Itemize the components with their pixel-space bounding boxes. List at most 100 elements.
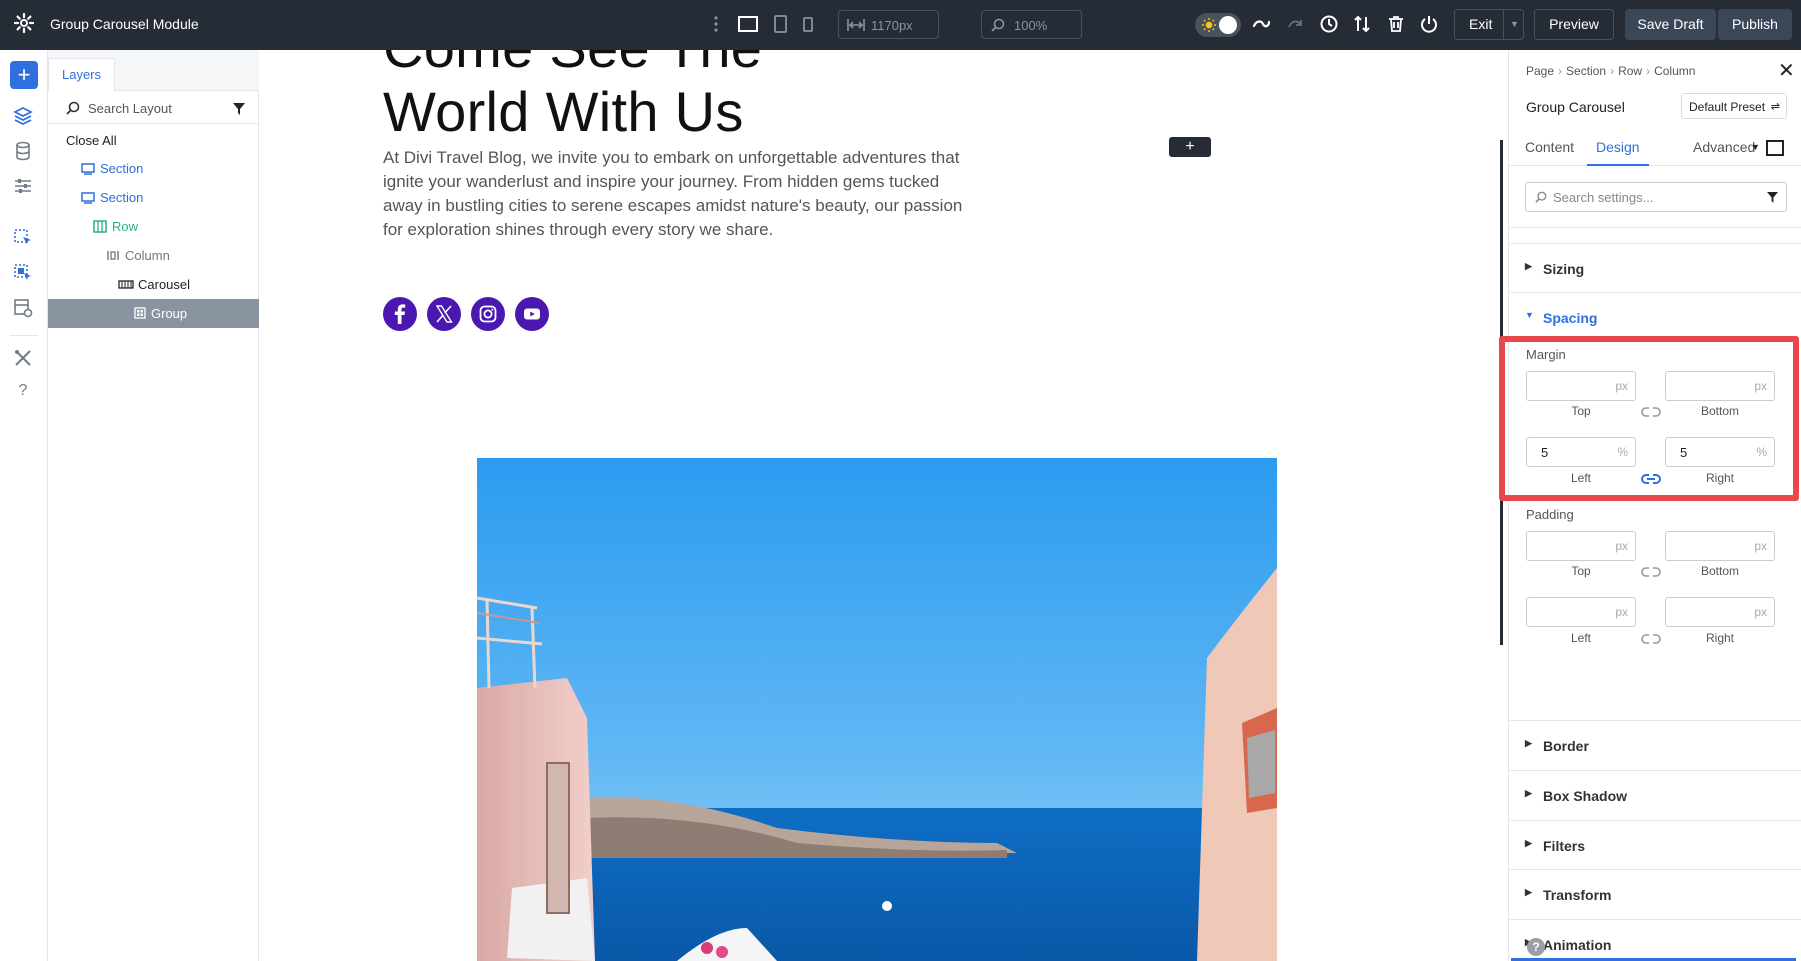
input-unit: px (1754, 605, 1767, 619)
unlink-icon[interactable] (1641, 632, 1661, 644)
section-transform[interactable]: ▶ Transform (1509, 869, 1801, 918)
add-element-button[interactable]: + (10, 61, 38, 89)
filter-icon[interactable] (233, 102, 245, 115)
input-unit: px (1615, 605, 1628, 619)
section-sizing[interactable]: ▶ Sizing (1509, 243, 1801, 292)
section-animation[interactable]: ▶ Animation (1509, 919, 1801, 959)
save-draft-button[interactable]: Save Draft (1625, 9, 1716, 40)
section-spacing[interactable]: ▼ Spacing (1509, 292, 1801, 341)
divider (1509, 227, 1801, 228)
breadcrumb-section[interactable]: Section (1566, 64, 1606, 78)
breadcrumb-page[interactable]: Page (1526, 64, 1554, 78)
section-icon (81, 191, 95, 204)
padding-bottom-label: Bottom (1700, 564, 1739, 578)
publish-label: Publish (1732, 16, 1778, 32)
add-module-button[interactable]: + (1169, 137, 1211, 157)
padding-bottom-input[interactable]: px (1665, 531, 1775, 561)
width-input[interactable]: 1170px (838, 10, 939, 39)
help-icon[interactable]: ? (1527, 938, 1545, 956)
tools-icon[interactable] (13, 348, 33, 368)
redo-icon[interactable] (1286, 14, 1306, 34)
tab-design[interactable]: Design (1587, 130, 1649, 166)
database-icon[interactable] (13, 141, 33, 161)
search-icon (66, 101, 80, 115)
facebook-icon[interactable] (383, 297, 417, 331)
layer-item-section[interactable]: Section (48, 154, 259, 183)
hero-title[interactable]: Come See The World With Us (383, 50, 762, 144)
layers-icon[interactable] (13, 106, 33, 126)
layer-item-column[interactable]: Column (48, 241, 259, 270)
zoom-input[interactable]: 100% (981, 10, 1082, 39)
app-title: Group Carousel Module (50, 16, 199, 32)
phone-view-icon[interactable] (798, 14, 818, 34)
chevron-down-icon[interactable]: ▼ (1510, 10, 1519, 39)
padding-label: Padding (1526, 507, 1574, 522)
breadcrumb-column[interactable]: Column (1654, 64, 1695, 78)
section-label: Border (1543, 738, 1589, 754)
column-icon (106, 249, 120, 262)
undo-icon[interactable] (1251, 14, 1271, 34)
more-vertical-icon[interactable] (712, 14, 720, 34)
exit-button[interactable]: Exit ▼ (1454, 9, 1524, 40)
history-icon[interactable] (1319, 14, 1339, 34)
tab-content[interactable]: Content (1525, 130, 1574, 166)
width-value: 1170px (871, 18, 913, 33)
layer-item-group[interactable]: Group (48, 299, 259, 328)
sun-icon (1201, 17, 1217, 33)
publish-button[interactable]: Publish (1718, 9, 1792, 40)
instagram-icon[interactable] (471, 297, 505, 331)
padding-right-label: Right (1705, 631, 1734, 645)
power-icon[interactable] (1419, 14, 1439, 34)
page-settings-icon[interactable] (13, 298, 33, 318)
page-canvas[interactable]: Come See The World With Us At Divi Trave… (260, 50, 1508, 961)
hero-paragraph[interactable]: At Divi Travel Blog, we invite you to em… (383, 146, 963, 242)
breadcrumb-row[interactable]: Row (1618, 64, 1642, 78)
select-element-icon[interactable] (13, 228, 33, 248)
carousel-image-santorini[interactable] (477, 458, 1277, 961)
unlink-icon[interactable] (1641, 565, 1661, 577)
preview-button[interactable]: Preview (1534, 9, 1614, 40)
close-all-button[interactable]: Close All (48, 126, 259, 155)
layer-item-section[interactable]: Section (48, 183, 259, 212)
theme-toggle[interactable] (1195, 13, 1241, 37)
settings-sliders-icon[interactable] (13, 176, 33, 196)
preset-dropdown[interactable]: Default Preset ⇌ (1681, 93, 1787, 119)
tabs-more-chevron-icon[interactable]: ▼ (1751, 142, 1760, 152)
trash-icon[interactable] (1386, 14, 1406, 34)
padding-right-input[interactable]: px (1665, 597, 1775, 627)
tab-advanced[interactable]: Advanced (1693, 130, 1755, 166)
layer-item-carousel[interactable]: Carousel (48, 270, 259, 299)
search-icon (1535, 191, 1547, 203)
input-unit: px (1615, 539, 1628, 553)
layers-panel: Layers Search Layout Close All Section S… (48, 50, 259, 961)
x-icon[interactable] (427, 297, 461, 331)
section-box-shadow[interactable]: ▶ Box Shadow (1509, 770, 1801, 819)
close-icon[interactable]: ✕ (1778, 61, 1795, 81)
width-icon (847, 19, 865, 31)
section-label: Spacing (1543, 310, 1598, 326)
multi-select-icon[interactable] (13, 263, 33, 283)
tab-layers[interactable]: Layers (48, 58, 115, 92)
window-icon[interactable] (1766, 140, 1784, 156)
youtube-icon[interactable] (515, 297, 549, 331)
gear-icon[interactable] (13, 12, 35, 34)
layer-label: Carousel (138, 277, 191, 292)
section-filters[interactable]: ▶ Filters (1509, 820, 1801, 869)
padding-left-input[interactable]: px (1526, 597, 1636, 627)
layer-item-row[interactable]: Row (48, 212, 259, 241)
help-question-icon[interactable]: ? (13, 382, 33, 402)
section-border[interactable]: ▶ Border (1509, 720, 1801, 769)
layer-label: Group (151, 306, 188, 321)
settings-search-input[interactable]: Search settings... (1525, 182, 1787, 212)
caret-right-icon: ▶ (1525, 887, 1532, 897)
section-icon (81, 162, 95, 175)
tablet-view-icon[interactable] (770, 14, 790, 34)
layer-label: Section (100, 161, 144, 176)
sort-icon[interactable] (1352, 14, 1372, 34)
layers-search-input[interactable]: Search Layout (48, 92, 259, 124)
section-label: Box Shadow (1543, 788, 1628, 804)
padding-top-input[interactable]: px (1526, 531, 1636, 561)
filter-icon[interactable] (1767, 192, 1778, 203)
caret-right-icon: ▶ (1525, 738, 1532, 748)
desktop-view-icon[interactable] (738, 14, 758, 34)
